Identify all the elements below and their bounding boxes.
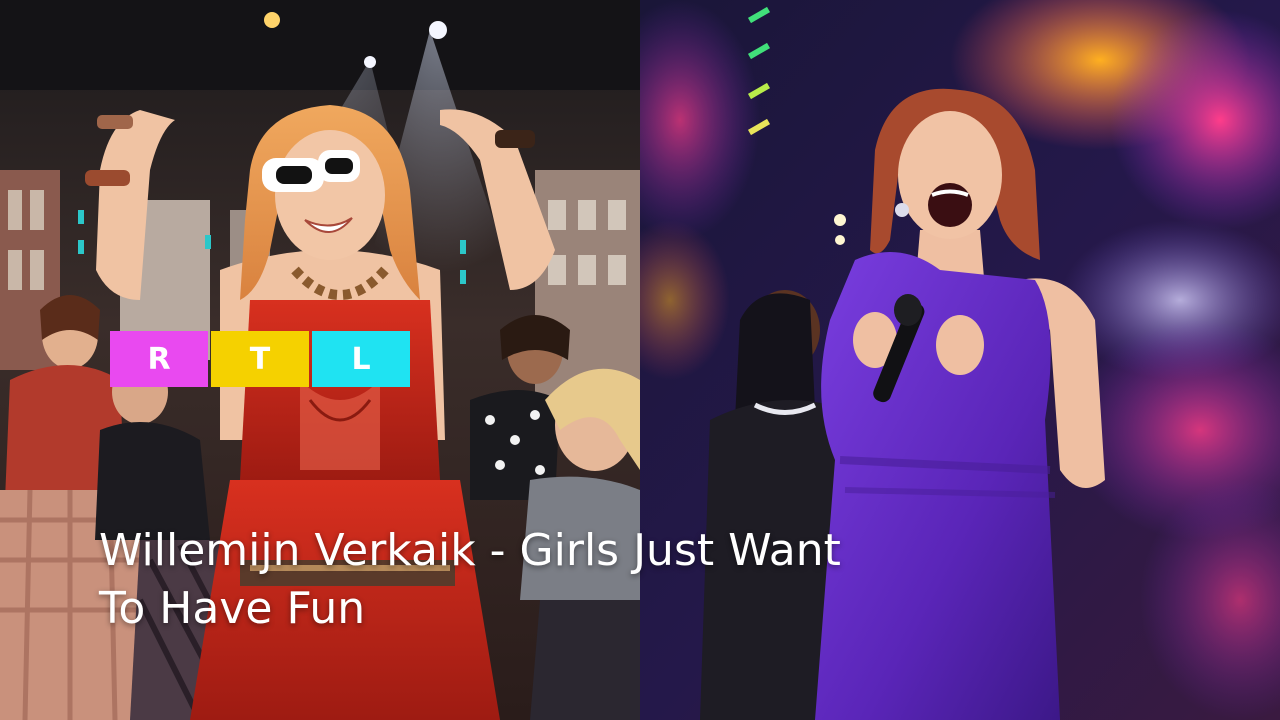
stage-light [264, 12, 280, 28]
earring [895, 203, 909, 217]
performer-face [275, 130, 385, 260]
rtl-logo-tile-l: L [312, 331, 410, 387]
caption-line-2: To Have Fun [99, 583, 366, 634]
caption-line-1: Willemijn Verkaik - Girls Just Want [99, 525, 841, 576]
stage-light [364, 56, 376, 68]
video-title-caption: Willemijn Verkaik - Girls Just Want To H… [99, 522, 1099, 638]
rtl-logo-tile-t: T [211, 331, 309, 387]
stage-light [429, 21, 447, 39]
rtl-logo-tile-r: R [110, 331, 208, 387]
rtl-logo: R T L [110, 331, 410, 387]
purple-dress [815, 252, 1060, 720]
video-thumbnail[interactable]: R T L Willemijn Verkaik - Girls Just Wan… [0, 0, 1280, 720]
